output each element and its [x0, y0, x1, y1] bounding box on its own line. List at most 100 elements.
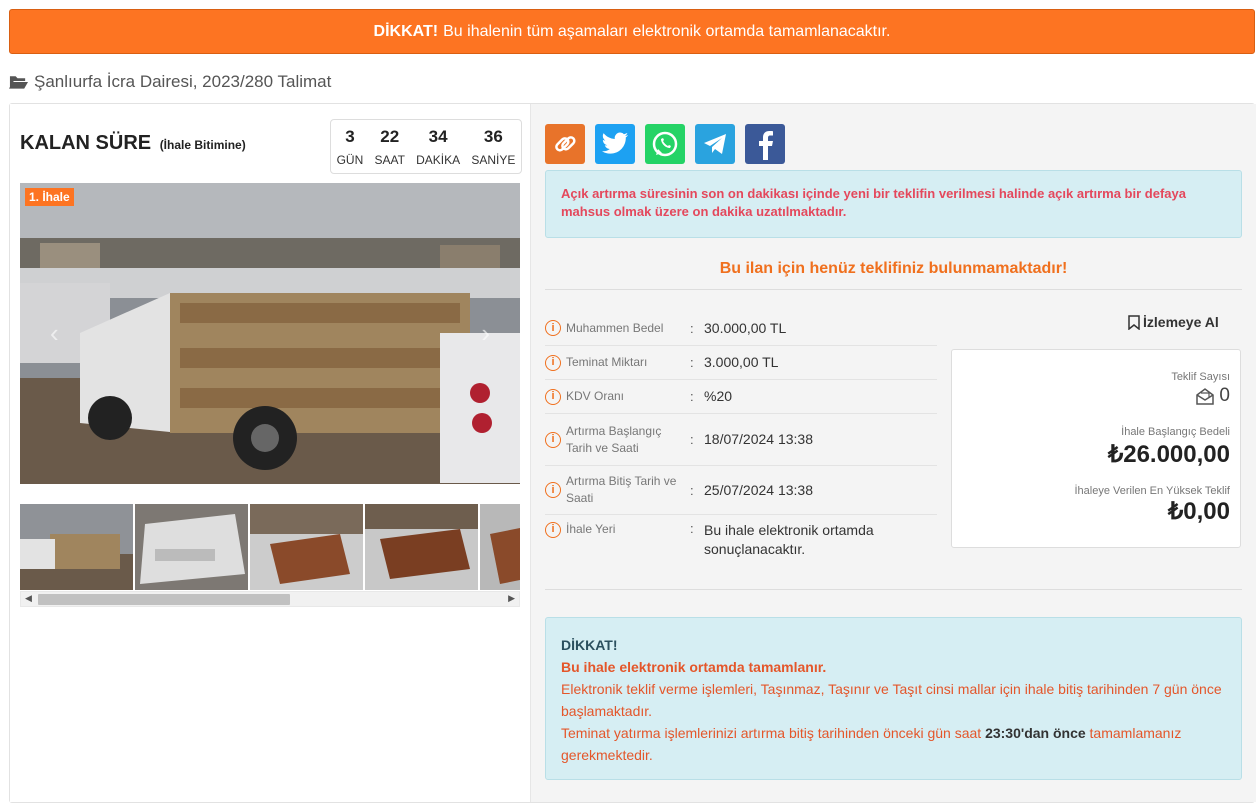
main-photo[interactable]: 1. İhale ‹ ›: [20, 183, 520, 484]
breadcrumb: Şanlıurfa İcra Dairesi, 2023/280 Talimat: [9, 72, 331, 92]
thumbnail[interactable]: [365, 504, 478, 590]
link-icon[interactable]: [545, 124, 585, 164]
highest-bid-label: İhaleye Verilen En Yüksek Teklif: [1074, 485, 1230, 497]
truck-photo: [20, 183, 520, 484]
share-buttons: [545, 124, 785, 164]
hours-value: 22: [380, 126, 400, 146]
chevron-right-icon[interactable]: ›: [481, 318, 490, 349]
banner-text: Bu ihalenin tüm aşamaları elektronik ort…: [443, 22, 891, 40]
detail-row: i İhale Yeri : Bu ihale elektronik ortamd…: [545, 515, 937, 565]
hours-label: SAAT: [374, 152, 405, 167]
countdown-days: 3 GÜN: [337, 127, 364, 167]
folder-open-icon: [9, 76, 28, 89]
info-icon: i: [545, 431, 561, 448]
breadcrumb-text: Şanlıurfa İcra Dairesi, 2023/280 Talimat: [34, 72, 332, 91]
colon: :: [690, 521, 694, 536]
chevron-left-icon[interactable]: ‹: [50, 318, 59, 349]
detail-row: i Artırma Başlangıç Tarih ve Saati : 18/0…: [545, 414, 937, 466]
bid-summary-box: Teklif Sayısı 0 İhale Başlangıç Bedeli ₺…: [951, 349, 1241, 548]
bookmark-icon: [1128, 314, 1140, 330]
info-icon: i: [545, 320, 561, 336]
thumbnail[interactable]: [480, 504, 520, 590]
start-price-label: İhale Başlangıç Bedeli: [1121, 426, 1230, 438]
highest-bid-value: ₺0,00: [1168, 498, 1230, 525]
colon: :: [690, 320, 694, 336]
countdown-title-text: KALAN SÜRE: [20, 132, 152, 154]
detail-value: 18/07/2024 13:38: [704, 431, 813, 447]
countdown-title: KALAN SÜRE (İhale Bitimine): [20, 132, 246, 155]
seconds-label: SANİYE: [471, 152, 516, 167]
colon: :: [690, 432, 694, 447]
envelope-open-icon: [1196, 388, 1215, 405]
countdown-seconds: 36 SANİYE: [471, 127, 515, 167]
auction-round-badge: 1. İhale: [25, 188, 74, 206]
thumbnail[interactable]: [135, 504, 248, 590]
detail-value: %20: [704, 388, 733, 404]
bid-count: 0: [962, 385, 1230, 407]
detail-row: i Teminat Miktarı : 3.000,00 TL: [545, 346, 937, 380]
info-icon: i: [545, 521, 561, 538]
detail-row: i Muhammen Bedel : 30.000,00 TL: [545, 311, 937, 346]
minutes-label: DAKİKA: [416, 152, 461, 167]
countdown-minutes: 34 DAKİKA: [416, 127, 460, 167]
thumbnail[interactable]: [250, 504, 363, 590]
start-price-value: ₺26.000,00: [1107, 441, 1230, 468]
scroll-right-icon[interactable]: ▶: [508, 593, 515, 604]
divider: [545, 589, 1242, 590]
whatsapp-icon[interactable]: [645, 124, 685, 164]
detail-label: KDV Oranı: [566, 389, 625, 403]
twitter-icon[interactable]: [595, 124, 635, 164]
info-icon: i: [545, 482, 561, 498]
notice-line1: Elektronik teklif verme işlemleri, Taşın…: [561, 681, 1222, 719]
notice-deadline: 23:30'dan önce: [985, 725, 1086, 741]
days-value: 3: [345, 126, 355, 146]
detail-row: i Artırma Bitiş Tarih ve Saati : 25/07/20…: [545, 466, 937, 515]
banner-strong: DİKKAT!: [373, 22, 439, 40]
detail-label: Artırma Başlangıç Tarih ve Saati: [566, 423, 662, 455]
right-column: Açık artırma süresinin son on dakikası i…: [530, 104, 1256, 802]
detail-value: 30.000,00 TL: [704, 319, 787, 336]
divider: [545, 289, 1242, 290]
detail-value: 3.000,00 TL: [704, 354, 779, 370]
warning-banner: DİKKAT! Bu ihalenin tüm aşamaları elektr…: [9, 9, 1255, 54]
minutes-value: 34: [428, 126, 448, 146]
bid-count-value: 0: [1219, 385, 1230, 406]
days-label: GÜN: [336, 152, 364, 167]
facebook-icon[interactable]: [745, 124, 785, 164]
auction-panel: KALAN SÜRE (İhale Bitimine) 3 GÜN 22 SAAT …: [9, 103, 1256, 803]
colon: :: [690, 355, 694, 370]
info-icon: i: [545, 388, 561, 405]
colon: :: [690, 389, 694, 404]
no-bid-message: Bu ilan için henüz teklifiniz bulunmamak…: [719, 260, 1068, 277]
countdown-timer: 3 GÜN 22 SAAT 34 DAKİKA 36 SANİYE: [330, 119, 522, 174]
countdown-hours: 22 SAAT: [374, 127, 404, 167]
countdown-subtitle: (İhale Bitimine): [159, 138, 246, 152]
thumbnail[interactable]: [20, 504, 133, 590]
info-icon: i: [545, 354, 561, 371]
detail-label: Muhammen Bedel: [566, 320, 664, 335]
notice-title: DİKKAT!: [561, 637, 618, 653]
detail-value: Bu ihale elektronik ortamda sonuçlanacak…: [704, 522, 874, 557]
detail-label: Teminat Miktarı: [566, 355, 648, 369]
thumbnail-strip: [20, 504, 520, 591]
detail-label: İhale Yeri: [566, 522, 616, 536]
thumbnail-scrollbar[interactable]: ◀ ▶: [20, 591, 520, 607]
extension-alert: Açık artırma süresinin son on dakikası i…: [545, 170, 1242, 238]
detail-label: Artırma Bitiş Tarih ve Saati: [566, 474, 677, 505]
notice-bold-line: Bu ihale elektronik ortamda tamamlanır.: [561, 659, 827, 675]
detail-row: i KDV Oranı : %20: [545, 380, 937, 414]
watch-button[interactable]: İzlemeye Al: [1128, 314, 1219, 330]
notice-line2: Teminat yatırma işlemlerinizi artırma bi…: [561, 722, 1226, 766]
bid-count-label: Teklif Sayısı: [1171, 371, 1230, 383]
telegram-icon[interactable]: [695, 124, 735, 164]
seconds-value: 36: [483, 126, 503, 146]
watch-label: İzlemeye Al: [1143, 314, 1219, 330]
left-column: KALAN SÜRE (İhale Bitimine) 3 GÜN 22 SAAT …: [10, 104, 530, 802]
scrollbar-thumb[interactable]: [38, 594, 290, 605]
auction-details: i Muhammen Bedel : 30.000,00 TL i Teminat …: [545, 311, 937, 565]
notice-box: DİKKAT! Bu ihale elektronik ortamda tama…: [545, 617, 1242, 780]
scroll-left-icon[interactable]: ◀: [25, 593, 32, 604]
notice-line2-pre: Teminat yatırma işlemlerinizi artırma bi…: [561, 725, 986, 741]
colon: :: [690, 482, 694, 498]
detail-value: 25/07/2024 13:38: [704, 481, 813, 498]
